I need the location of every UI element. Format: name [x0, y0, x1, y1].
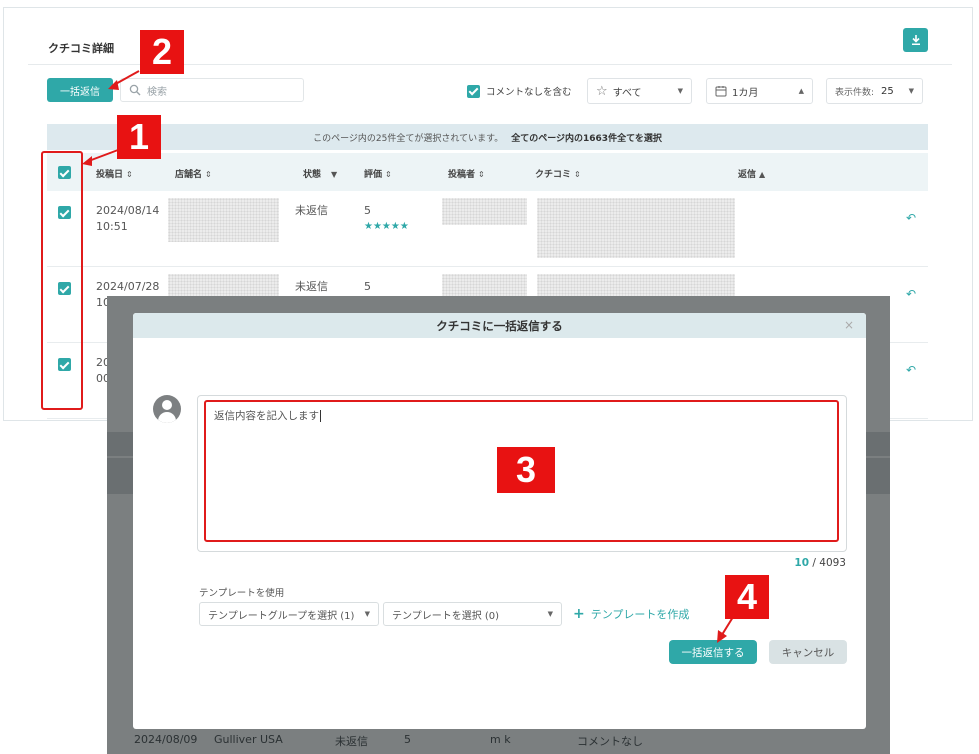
annotation-badge-3: 3 — [497, 447, 555, 493]
annotation-badge-2: 2 — [140, 30, 184, 74]
annotation-badge-1: 1 — [117, 115, 161, 159]
annotation-arrows — [82, 70, 734, 643]
annotation-badge-4: 4 — [725, 575, 769, 619]
